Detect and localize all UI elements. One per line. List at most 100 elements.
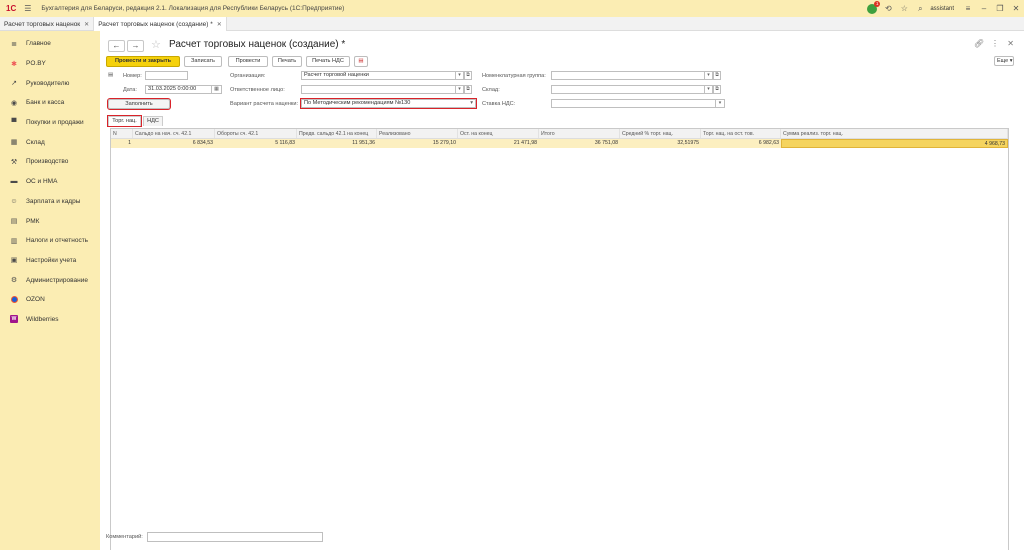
organization-field[interactable]: Расчет торговой наценки bbox=[301, 71, 456, 80]
close-icon[interactable]: ✕ bbox=[1008, 0, 1024, 17]
vat-rate-label: Ставка НДС: bbox=[482, 101, 516, 107]
column-header[interactable]: Обороты сч. 42.1 bbox=[215, 129, 297, 138]
forward-arrow-icon[interactable]: → bbox=[127, 40, 144, 52]
sidebar-item-bank[interactable]: ◉ Банк и касса bbox=[0, 93, 100, 113]
date-field[interactable]: 31.03.2025 0:00:00 bbox=[145, 85, 212, 94]
responsible-field[interactable] bbox=[301, 85, 456, 94]
restore-icon[interactable]: ❐ bbox=[992, 0, 1008, 17]
nomenclature-group-field[interactable] bbox=[551, 71, 705, 80]
po-by-icon: ✱ bbox=[11, 60, 17, 68]
sidebar-item-label: Руководителю bbox=[26, 79, 70, 87]
bank-icon: ◉ bbox=[10, 99, 18, 107]
more-vertical-icon[interactable]: ⋮ bbox=[991, 39, 999, 48]
tab-trade-markup[interactable]: Торг. нац. bbox=[107, 115, 142, 127]
tab-markup-create[interactable]: Расчет торговых наценок (создание) * ✕ bbox=[94, 17, 227, 31]
sidebar-item-accounting-settings[interactable]: ▣ Настройки учета bbox=[0, 251, 100, 271]
sidebar-item-assets[interactable]: ▬ ОС и НМА bbox=[0, 172, 100, 192]
close-form-icon[interactable]: ✕ bbox=[1007, 39, 1014, 48]
table-cell[interactable]: 4 968,73 bbox=[781, 139, 1008, 148]
table-cell[interactable]: 15 279,10 bbox=[377, 139, 458, 148]
warehouse-open-icon[interactable]: ⧉ bbox=[713, 85, 721, 94]
sidebar-item-wildberries[interactable]: W Wildberries bbox=[0, 310, 100, 330]
table-cell[interactable]: 36 751,08 bbox=[539, 139, 620, 148]
link-icon[interactable]: 🔗︎ bbox=[974, 39, 984, 48]
title-bar: 1С ☰ Бухгалтерия для Беларуси, редакция … bbox=[0, 0, 1024, 17]
sidebar-item-production[interactable]: ⚒ Производство bbox=[0, 152, 100, 172]
main-menu-icon[interactable]: ☰ bbox=[24, 4, 31, 13]
sidebar-item-rmk[interactable]: ▤ РМК bbox=[0, 211, 100, 231]
warehouse-dropdown-icon[interactable]: ▾ bbox=[705, 85, 713, 94]
column-header[interactable]: Предв. сальдо 42.1 на конец bbox=[297, 129, 377, 138]
tab-markup-list[interactable]: Расчет торговых наценок ✕ bbox=[0, 17, 95, 31]
close-tab-icon[interactable]: ✕ bbox=[217, 21, 222, 28]
nomenclature-group-open-icon[interactable]: ⧉ bbox=[713, 71, 721, 80]
table-cell[interactable]: 5 116,83 bbox=[215, 139, 297, 148]
sidebar-item-poby[interactable]: ✱ PO.BY bbox=[0, 54, 100, 74]
settings-menu-icon[interactable]: ≡ bbox=[960, 0, 976, 17]
organization-open-icon[interactable]: ⧉ bbox=[464, 71, 472, 80]
sidebar-item-label: Банк и касса bbox=[26, 99, 65, 107]
more-button[interactable]: Еще ▾ bbox=[994, 56, 1014, 66]
column-header[interactable]: Торг. нац. на ост. тов. bbox=[701, 129, 781, 138]
sidebar-item-label: Налоги и отчетность bbox=[26, 237, 89, 245]
search-icon[interactable]: ⌕ bbox=[912, 0, 928, 17]
number-field[interactable] bbox=[145, 71, 188, 80]
favorite-star-icon[interactable]: ☆ bbox=[151, 38, 161, 51]
print-button[interactable]: Печать bbox=[272, 56, 302, 67]
sidebar-item-label: Настройки учета bbox=[26, 256, 77, 264]
table-row[interactable]: 1 6 834,53 5 116,83 11 951,36 15 279,10 … bbox=[111, 139, 1008, 148]
close-tab-icon[interactable]: ✕ bbox=[84, 21, 89, 28]
minimize-icon[interactable]: – bbox=[976, 0, 992, 17]
save-button[interactable]: Записать bbox=[184, 56, 222, 67]
column-header[interactable]: Сальдо на нач. сч. 42.1 bbox=[133, 129, 215, 138]
table-header: N Сальдо на нач. сч. 42.1 Обороты сч. 42… bbox=[111, 129, 1008, 139]
notifications-button[interactable]: 1 bbox=[864, 0, 881, 17]
sidebar-item-main[interactable]: ≣ Главное bbox=[0, 34, 100, 54]
report-icon[interactable]: ▤ bbox=[354, 56, 368, 67]
table-cell[interactable]: 6 834,53 bbox=[133, 139, 215, 148]
responsible-dropdown-icon[interactable]: ▾ bbox=[456, 85, 464, 94]
responsible-open-icon[interactable]: ⧉ bbox=[464, 85, 472, 94]
sidebar-item-label: Главное bbox=[26, 40, 51, 48]
calendar-icon[interactable]: ▦ bbox=[212, 85, 222, 94]
post-and-close-button[interactable]: Провести и закрыть bbox=[106, 56, 180, 67]
nomenclature-group-dropdown-icon[interactable]: ▾ bbox=[705, 71, 713, 80]
vat-rate-field[interactable] bbox=[551, 99, 716, 108]
sidebar-item-salary[interactable]: ☺ Зарплата и кадры bbox=[0, 192, 100, 212]
column-header[interactable]: Сумма реализ. торг. нац. bbox=[781, 129, 1008, 138]
sidebar-item-warehouse[interactable]: ▦ Склад bbox=[0, 132, 100, 152]
favorites-star-icon[interactable]: ☆ bbox=[896, 0, 912, 17]
table-cell[interactable]: 6 982,63 bbox=[701, 139, 781, 148]
column-header[interactable]: Реализовано bbox=[377, 129, 458, 138]
sidebar-item-ozon[interactable]: OZON bbox=[0, 290, 100, 310]
sidebar-item-manager[interactable]: ↗ Руководителю bbox=[0, 73, 100, 93]
column-header[interactable]: N bbox=[111, 129, 133, 138]
user-name[interactable]: assistant bbox=[930, 6, 954, 12]
sidebar-item-purchases[interactable]: ▀ Покупки и продажи bbox=[0, 113, 100, 133]
more-label: Еще bbox=[997, 58, 1009, 64]
calc-variant-select[interactable]: По Методическим рекомендациям №130 ▾ bbox=[300, 98, 477, 109]
history-icon[interactable]: ⟲ bbox=[880, 0, 896, 17]
ozon-icon bbox=[10, 296, 18, 304]
print-vat-button[interactable]: Печать НДС bbox=[306, 56, 350, 67]
table-cell[interactable]: 11 951,36 bbox=[297, 139, 377, 148]
table-cell[interactable]: 21 471,98 bbox=[458, 139, 539, 148]
fill-button[interactable]: Заполнить bbox=[107, 98, 171, 110]
table-cell[interactable]: 32,51975 bbox=[620, 139, 701, 148]
comment-field[interactable] bbox=[147, 532, 323, 542]
vat-rate-dropdown-icon[interactable]: ▾ bbox=[716, 99, 725, 108]
sidebar-item-label: Склад bbox=[26, 138, 45, 146]
column-header[interactable]: Итого bbox=[539, 129, 620, 138]
column-header[interactable]: Средний % торг. нац. bbox=[620, 129, 701, 138]
nomenclature-group-label: Номенклатурная группа: bbox=[482, 73, 546, 79]
back-arrow-icon[interactable]: ← bbox=[108, 40, 125, 52]
sidebar-item-taxes[interactable]: ▥ Налоги и отчетность bbox=[0, 231, 100, 251]
table-cell[interactable]: 1 bbox=[111, 139, 133, 148]
organization-dropdown-icon[interactable]: ▾ bbox=[456, 71, 464, 80]
warehouse-field[interactable] bbox=[551, 85, 705, 94]
post-button[interactable]: Провести bbox=[228, 56, 268, 67]
column-header[interactable]: Ост. на конец bbox=[458, 129, 539, 138]
sidebar-item-administration[interactable]: ⚙ Администрирование bbox=[0, 270, 100, 290]
tab-vat[interactable]: НДС bbox=[143, 116, 163, 126]
cash-register-icon: ▤ bbox=[10, 218, 18, 226]
